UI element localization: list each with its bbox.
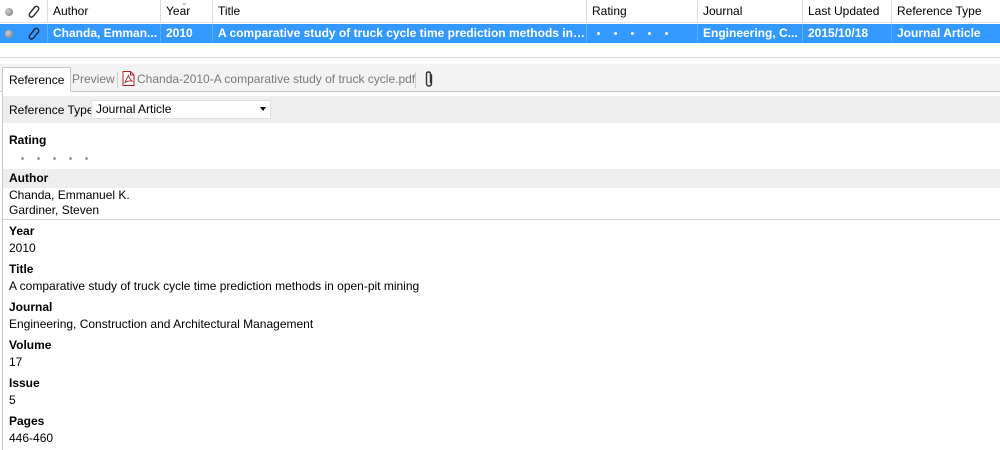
table-row-selected[interactable]: Chanda, Emman... 2010 A comparative stud… <box>0 24 1000 43</box>
rating-star[interactable] <box>21 157 24 161</box>
column-read-status[interactable] <box>3 0 21 23</box>
year-value[interactable]: 2010 <box>9 241 36 255</box>
paperclip-icon <box>28 27 40 40</box>
column-author[interactable]: Author <box>48 0 160 23</box>
cell-rating[interactable] <box>592 24 697 43</box>
dropdown-arrow-icon <box>260 107 266 111</box>
reference-list: Author Year ⌄ Title Rating Journal Last … <box>0 0 1000 58</box>
rating-star[interactable] <box>37 157 40 161</box>
issue-label: Issue <box>9 376 40 390</box>
rating-star[interactable] <box>53 157 56 161</box>
column-title[interactable]: Title <box>213 0 585 23</box>
read-status-header-icon <box>5 7 13 16</box>
row-attachment[interactable] <box>24 24 46 43</box>
list-header: Author Year ⌄ Title Rating Journal Last … <box>0 0 1000 23</box>
row-read-status[interactable] <box>3 24 21 43</box>
year-label: Year <box>9 224 35 238</box>
read-status-dot-icon <box>5 29 13 38</box>
rating-label: Rating <box>9 133 47 147</box>
column-attachment[interactable] <box>24 0 46 23</box>
cell-last-updated: 2015/10/18 <box>808 26 869 40</box>
pages-label: Pages <box>9 414 45 428</box>
reference-type-row: Reference Type: Journal Article <box>3 96 1000 123</box>
sort-descending-icon: ⌄ <box>181 0 188 7</box>
tab-reference[interactable]: Reference <box>2 67 72 92</box>
column-reference-type[interactable]: Reference Type <box>892 0 1000 23</box>
attachment-tab-label: Chanda-2010-A comparative study of truck… <box>137 72 416 86</box>
rating-stars[interactable] <box>21 151 101 165</box>
attach-file-button[interactable] <box>418 67 440 92</box>
rating-dot[interactable] <box>597 32 600 36</box>
reference-type-label: Reference Type: <box>9 103 97 117</box>
title-value[interactable]: A comparative study of truck cycle time … <box>9 279 419 293</box>
title-label: Title <box>9 262 34 276</box>
cell-reference-type: Journal Article <box>897 26 981 40</box>
pages-value[interactable]: 446-460 <box>9 431 53 445</box>
journal-label: Journal <box>9 300 53 314</box>
reference-type-select[interactable]: Journal Article <box>91 100 271 119</box>
rating-star[interactable] <box>85 157 88 161</box>
cell-title: A comparative study of truck cycle time … <box>218 26 585 40</box>
reference-panel: Reference Type: Journal Article Rating A… <box>2 92 1000 450</box>
column-rating[interactable]: Rating <box>587 0 697 23</box>
issue-value[interactable]: 5 <box>9 393 16 407</box>
rating-dot[interactable] <box>631 32 634 36</box>
cell-year: 2010 <box>166 26 193 40</box>
cell-author: Chanda, Emman... <box>53 26 158 40</box>
rating-dot[interactable] <box>648 32 651 36</box>
author-value-2[interactable]: Gardiner, Steven <box>9 203 99 217</box>
rating-dot[interactable] <box>665 32 668 36</box>
volume-value[interactable]: 17 <box>9 355 22 369</box>
paperclip-header-icon <box>28 5 40 18</box>
author-value-1[interactable]: Chanda, Emmanuel K. <box>9 188 130 202</box>
journal-value[interactable]: Engineering, Construction and Architectu… <box>9 317 313 331</box>
detail-tab-bar: Reference Preview Chanda-2010-A comparat… <box>0 64 1000 92</box>
column-journal[interactable]: Journal <box>698 0 802 23</box>
rating-dot[interactable] <box>614 32 617 36</box>
paperclip-icon <box>425 71 433 87</box>
rating-star[interactable] <box>69 157 72 161</box>
cell-journal: Engineering, C... <box>703 26 798 40</box>
tab-preview[interactable]: Preview <box>66 67 121 92</box>
volume-label: Volume <box>9 338 52 352</box>
column-last-updated[interactable]: Last Updated <box>803 0 891 23</box>
pdf-file-icon <box>122 71 135 86</box>
reference-type-value: Journal Article <box>96 102 172 116</box>
tab-attachment-pdf[interactable]: Chanda-2010-A comparative study of truck… <box>118 67 421 92</box>
author-label: Author <box>9 171 49 185</box>
